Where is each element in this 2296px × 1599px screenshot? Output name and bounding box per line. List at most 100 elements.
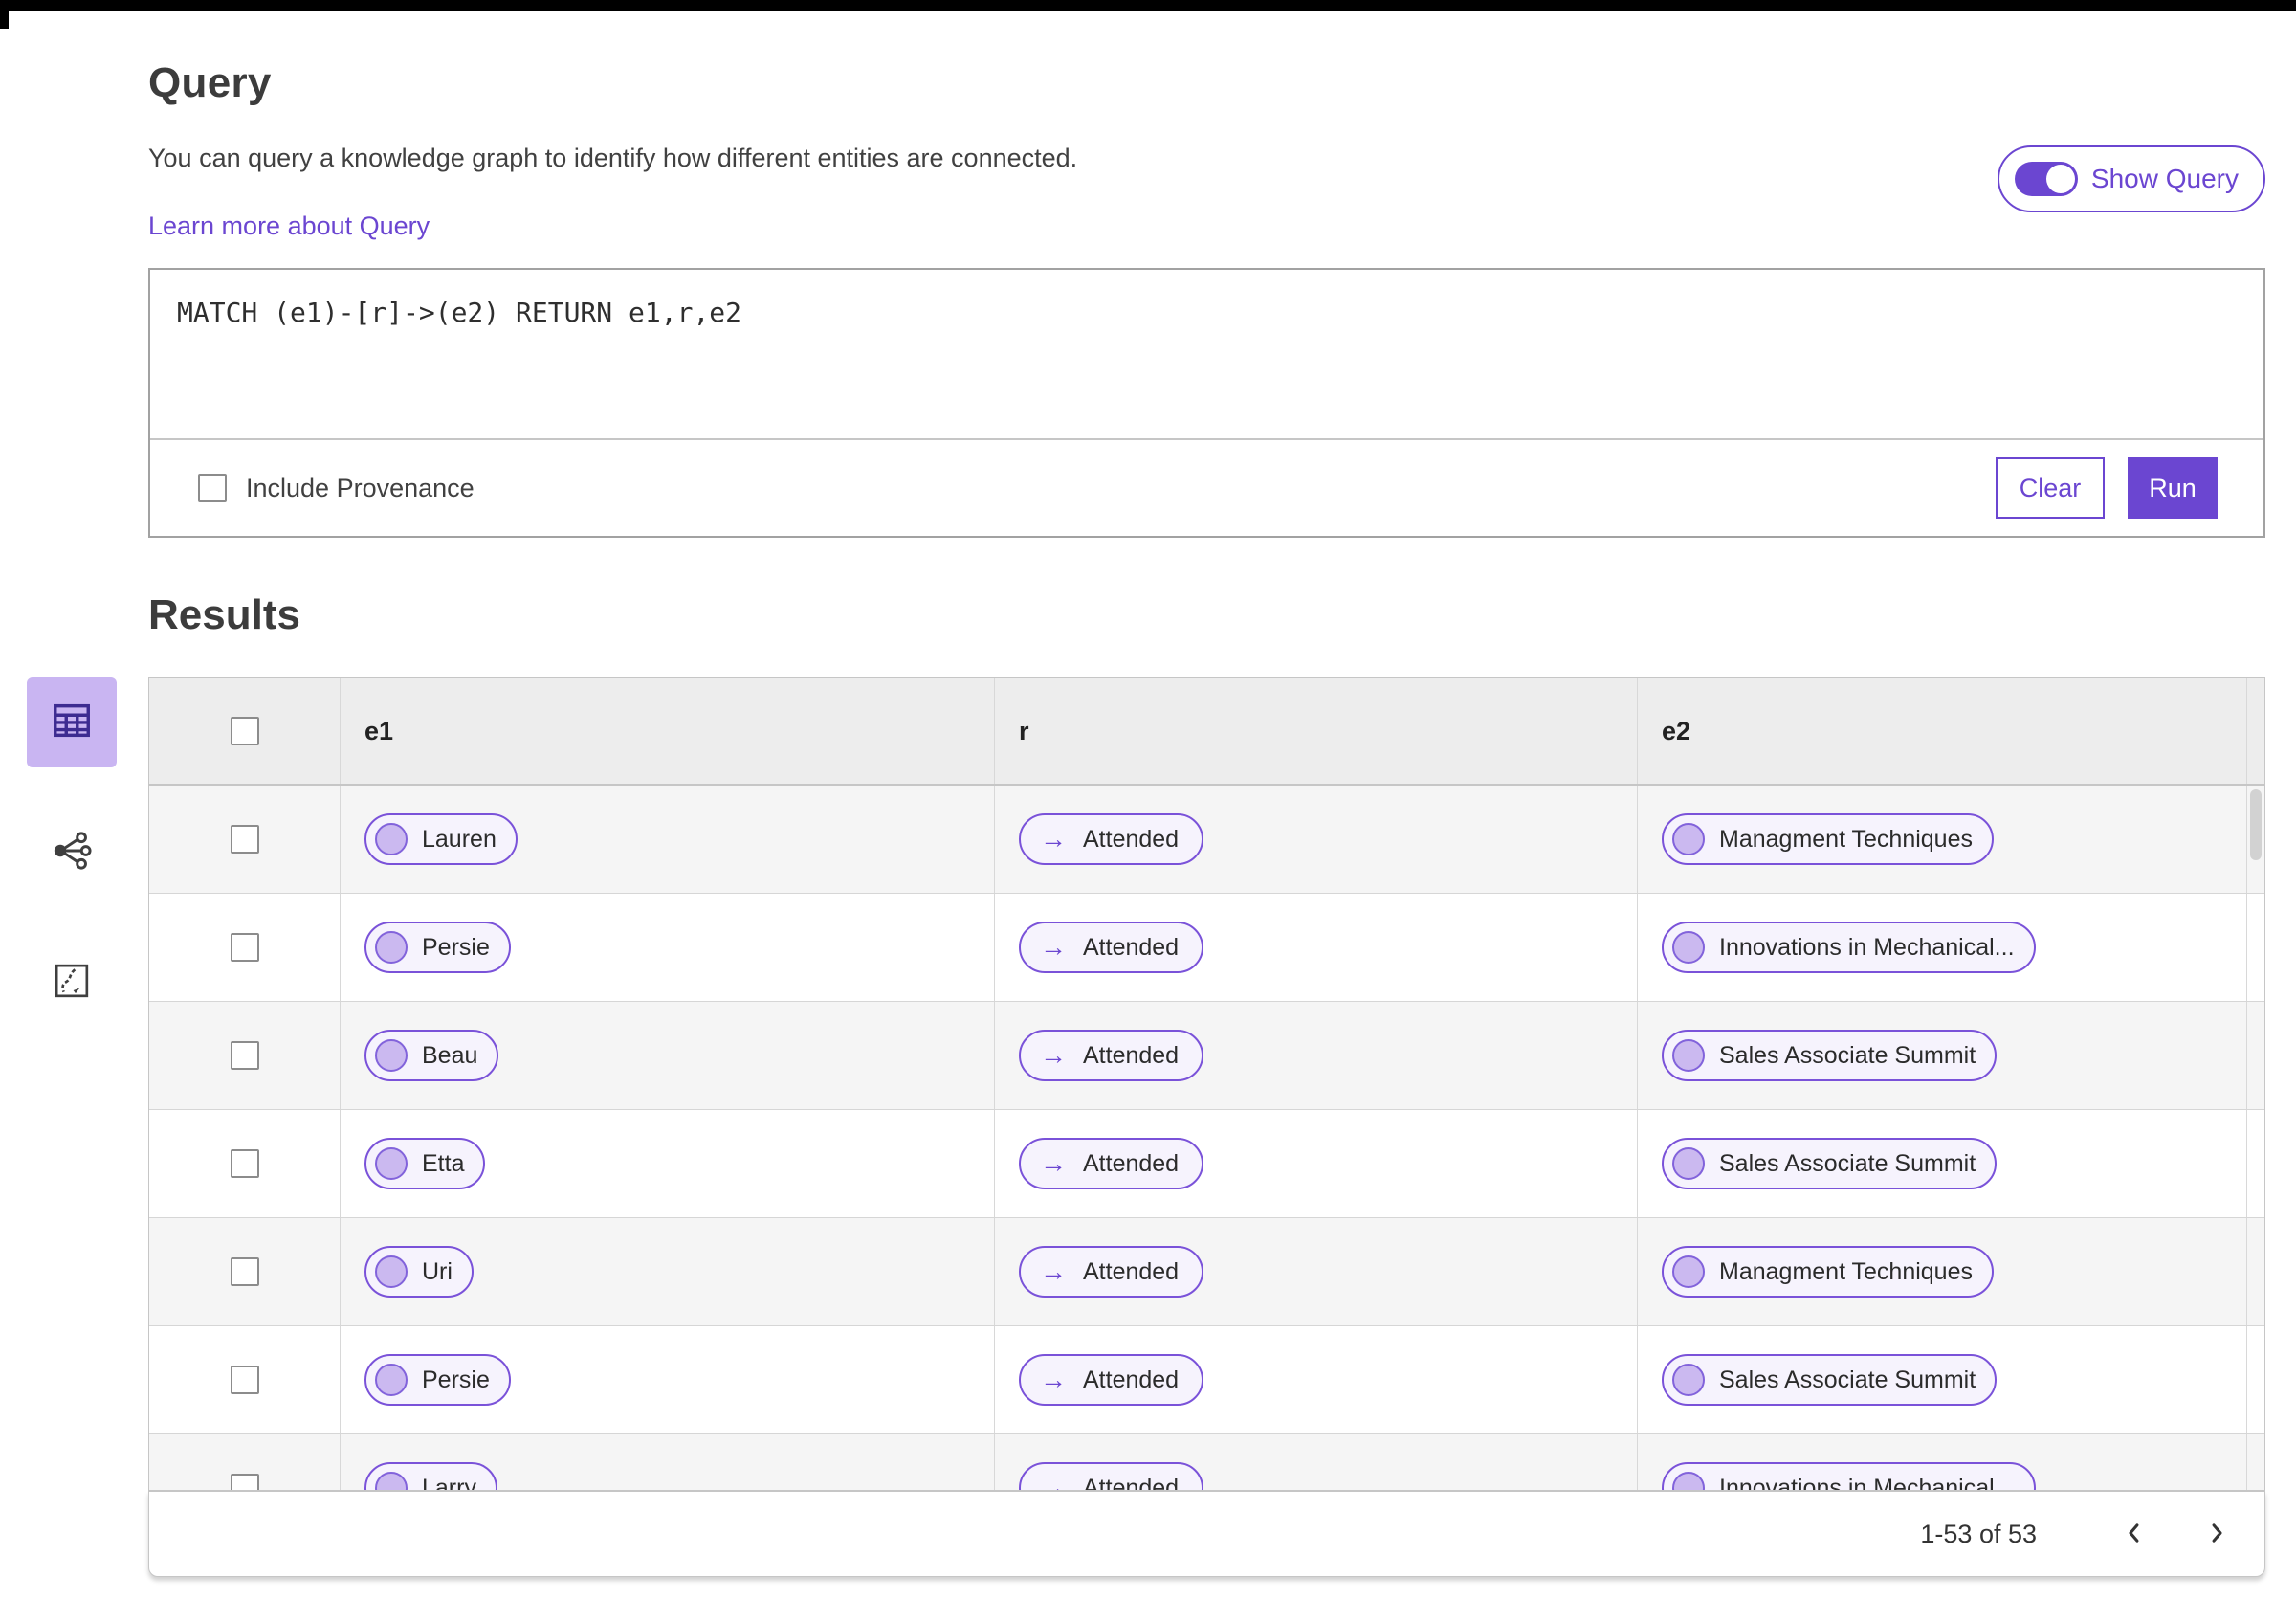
relation-label: Attended: [1083, 1041, 1180, 1069]
show-query-label: Show Query: [2090, 164, 2239, 193]
show-query-toggle[interactable]: Show Query: [1997, 145, 2265, 212]
entity-pill[interactable]: Beau: [364, 1030, 499, 1081]
entity-pill[interactable]: Persie: [364, 1354, 511, 1406]
entity-node-icon: [1672, 1147, 1705, 1180]
table-row: Larry → Attended Innovations in Mechanic…: [149, 1434, 2264, 1491]
main-content: Query You can query a knowledge graph to…: [27, 11, 2265, 1577]
row-e1-cell: Uri: [341, 1218, 995, 1325]
entity-node-icon: [1672, 1364, 1705, 1396]
run-button[interactable]: Run: [2128, 457, 2218, 519]
entity-label: Beau: [422, 1041, 478, 1069]
pagination-bar: 1-53 of 53: [148, 1491, 2265, 1577]
relation-pill[interactable]: → Attended: [1019, 922, 1204, 973]
entity-label: Innovations in Mechanical...: [1719, 933, 2015, 961]
query-panel: MATCH (e1)-[r]->(e2) RETURN e1,r,e2 Incl…: [148, 268, 2265, 1574]
include-provenance-option[interactable]: Include Provenance: [198, 474, 475, 503]
row-checkbox[interactable]: [230, 1041, 259, 1070]
entity-node-icon: [1672, 1039, 1705, 1072]
entity-label: Managment Techniques: [1719, 825, 1973, 853]
row-e1-cell: Beau: [341, 1002, 995, 1109]
scrollbar-column: [2247, 1218, 2264, 1325]
entity-pill[interactable]: Lauren: [364, 813, 518, 865]
entity-pill[interactable]: Uri: [364, 1246, 474, 1298]
clear-button[interactable]: Clear: [1996, 457, 2105, 519]
entity-pill[interactable]: Persie: [364, 922, 511, 973]
entity-pill[interactable]: Managment Techniques: [1662, 1246, 1994, 1298]
row-checkbox[interactable]: [230, 933, 259, 962]
relation-label: Attended: [1083, 825, 1180, 853]
top-left-edge: [0, 0, 9, 29]
table-row: Persie → Attended Innovations in Mechani…: [149, 894, 2264, 1002]
row-check-cell: [149, 786, 341, 893]
pagination-range: 1-53 of 53: [1920, 1519, 2037, 1548]
query-input[interactable]: MATCH (e1)-[r]->(e2) RETURN e1,r,e2: [150, 270, 2263, 440]
entity-label: Lauren: [422, 825, 497, 853]
query-panel-footer: Include Provenance Clear Run: [150, 440, 2263, 536]
entity-pill[interactable]: Larry: [364, 1462, 497, 1491]
table-row: Etta → Attended Sales Associate Summit: [149, 1110, 2264, 1218]
include-provenance-checkbox[interactable]: [198, 474, 227, 502]
toggle-switch-icon[interactable]: [2014, 162, 2078, 196]
row-check-cell: [149, 1218, 341, 1325]
row-e2-cell: Managment Techniques: [1638, 1218, 2247, 1325]
entity-pill[interactable]: Innovations in Mechanical...: [1662, 922, 2036, 973]
row-checkbox[interactable]: [230, 1366, 259, 1394]
entity-pill[interactable]: Sales Associate Summit: [1662, 1030, 1998, 1081]
entity-node-icon: [375, 823, 408, 855]
row-checkbox[interactable]: [230, 825, 259, 854]
relation-pill[interactable]: → Attended: [1019, 1462, 1204, 1491]
entity-pill[interactable]: Innovations in Mechanical...: [1662, 1462, 2036, 1490]
relation-pill[interactable]: → Attended: [1019, 1030, 1204, 1081]
relation-pill[interactable]: → Attended: [1019, 813, 1204, 865]
results-title: Results: [148, 591, 300, 638]
select-all-checkbox[interactable]: [230, 717, 259, 745]
row-r-cell: → Attended: [995, 1326, 1638, 1433]
entity-node-icon: [1672, 823, 1705, 855]
entity-label: Managment Techniques: [1719, 1257, 1973, 1285]
entity-label: Larry: [422, 1474, 476, 1491]
relation-pill[interactable]: → Attended: [1019, 1354, 1204, 1406]
pagination-prev-button[interactable]: [2113, 1513, 2155, 1555]
entity-node-icon: [1672, 931, 1705, 964]
table-view-button[interactable]: [27, 677, 117, 767]
view-switcher: [27, 677, 117, 1028]
graph-view-button[interactable]: [27, 808, 117, 898]
entity-pill[interactable]: Etta: [364, 1138, 486, 1189]
entity-pill[interactable]: Sales Associate Summit: [1662, 1354, 1998, 1406]
entity-pill[interactable]: Managment Techniques: [1662, 813, 1994, 865]
relation-label: Attended: [1083, 933, 1180, 961]
relation-pill[interactable]: → Attended: [1019, 1246, 1204, 1298]
entity-pill[interactable]: Sales Associate Summit: [1662, 1138, 1998, 1189]
results-table: e1 r e2 Lauren → Attended Managment Tech…: [148, 677, 2265, 1491]
table-scrollbar-thumb[interactable]: [2250, 789, 2262, 860]
page-description: You can query a knowledge graph to ident…: [148, 144, 1078, 172]
table-row: Uri → Attended Managment Techniques: [149, 1218, 2264, 1326]
table-row: Beau → Attended Sales Associate Summit: [149, 1002, 2264, 1110]
row-checkbox[interactable]: [230, 1257, 259, 1286]
top-edge-bar: [0, 0, 2296, 11]
column-header-r: r: [995, 678, 1638, 784]
scrollbar-column: [2247, 1434, 2264, 1490]
path-view-button[interactable]: [27, 938, 117, 1028]
learn-more-link[interactable]: Learn more about Query: [148, 211, 430, 241]
row-checkbox[interactable]: [230, 1474, 259, 1490]
row-check-cell: [149, 894, 341, 1001]
intro-row: You can query a knowledge graph to ident…: [148, 144, 2265, 241]
entity-node-icon: [1672, 1472, 1705, 1490]
row-e1-cell: Persie: [341, 894, 995, 1001]
entity-label: Persie: [422, 1366, 490, 1393]
arrow-right-icon: →: [1040, 932, 1067, 962]
scrollbar-column: [2247, 1002, 2264, 1109]
row-e2-cell: Managment Techniques: [1638, 786, 2247, 893]
pagination-next-button[interactable]: [2196, 1513, 2238, 1555]
relation-label: Attended: [1083, 1149, 1180, 1177]
row-r-cell: → Attended: [995, 1002, 1638, 1109]
path-view-icon: [53, 962, 91, 1005]
row-checkbox[interactable]: [230, 1149, 259, 1178]
relation-pill[interactable]: → Attended: [1019, 1138, 1204, 1189]
entity-node-icon: [375, 1472, 408, 1490]
relation-label: Attended: [1083, 1366, 1180, 1393]
arrow-right-icon: →: [1040, 1473, 1067, 1491]
graph-view-icon: [51, 830, 93, 877]
entity-label: Sales Associate Summit: [1719, 1149, 1976, 1177]
